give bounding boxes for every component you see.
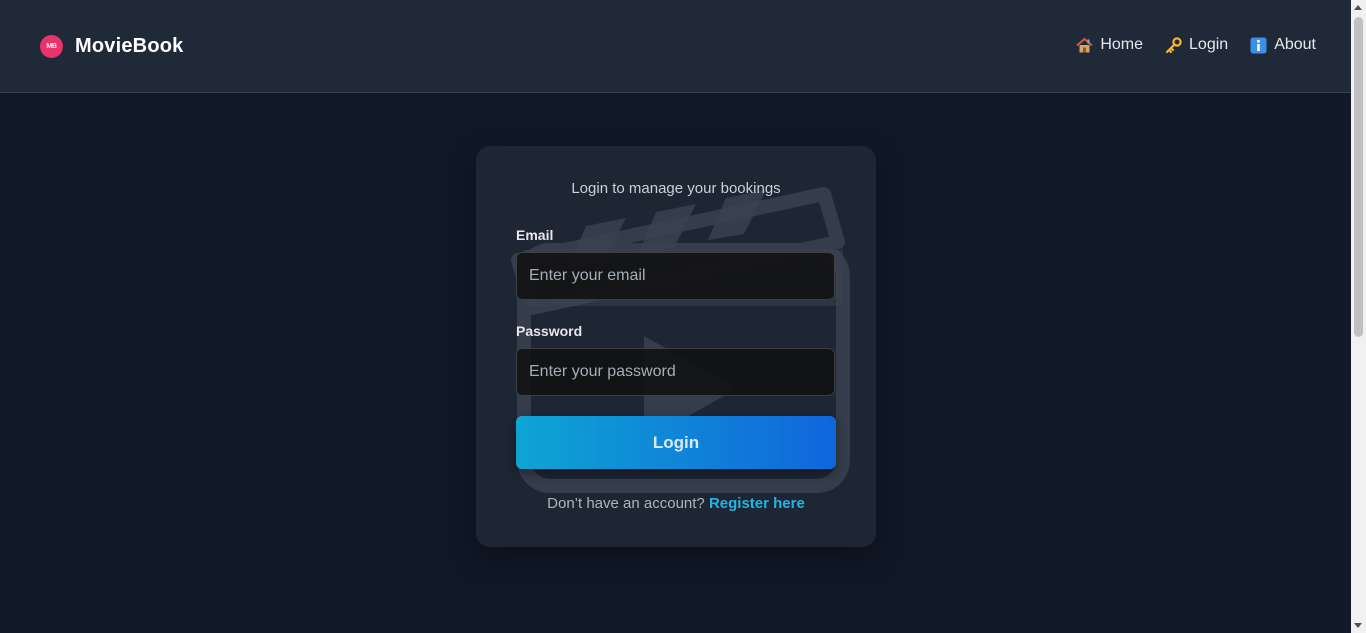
scrollbar-thumb[interactable] xyxy=(1354,17,1363,337)
house-icon xyxy=(1076,37,1093,54)
password-field[interactable] xyxy=(516,348,835,396)
register-link[interactable]: Register here xyxy=(709,495,805,512)
nav-link-about[interactable]: About xyxy=(1250,36,1316,54)
login-subtitle: Login to manage your bookings xyxy=(571,180,781,197)
nav-link-label: Login xyxy=(1189,36,1229,53)
nav-link-label: About xyxy=(1274,36,1316,53)
nav-link-label: Home xyxy=(1100,36,1144,53)
nav-links: Home Login About xyxy=(1076,36,1316,54)
page-scrollbar[interactable] xyxy=(1351,0,1366,633)
register-prompt: Don’t have an account? xyxy=(547,495,705,512)
login-button[interactable]: Login xyxy=(516,416,836,469)
brand-home-link[interactable]: MB MovieBook xyxy=(40,33,183,59)
email-field[interactable] xyxy=(516,252,835,300)
info-icon xyxy=(1250,37,1267,54)
register-prompt-row: Don’t have an account? Register here xyxy=(476,495,876,512)
clapperboard-play-icon xyxy=(511,187,850,493)
key-icon xyxy=(1165,36,1182,54)
password-label: Password xyxy=(516,323,583,339)
scroll-down-arrow-icon[interactable] xyxy=(1354,623,1362,628)
navbar: MB MovieBook Home Login About xyxy=(0,0,1351,93)
nav-link-home[interactable]: Home xyxy=(1076,36,1143,54)
brand-name: MovieBook xyxy=(75,34,184,57)
scroll-up-arrow-icon[interactable] xyxy=(1354,5,1362,10)
logo-badge: MB xyxy=(40,34,63,58)
login-card: Login to manage your bookings Email Pass… xyxy=(476,146,876,547)
nav-link-login[interactable]: Login xyxy=(1165,36,1228,54)
email-label: Email xyxy=(516,227,554,243)
